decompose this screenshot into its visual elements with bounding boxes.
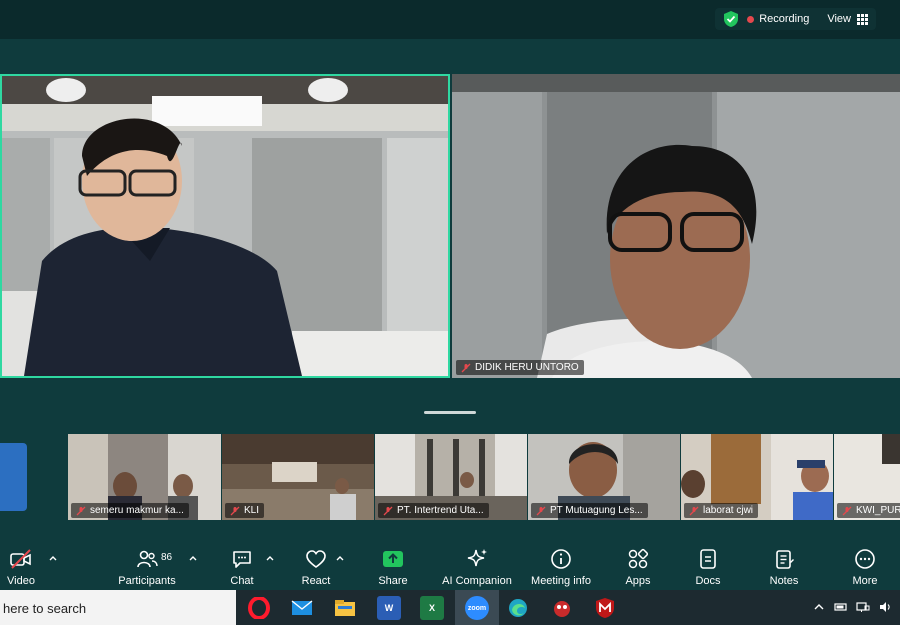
video-feed bbox=[452, 74, 900, 378]
edge-icon[interactable] bbox=[506, 596, 530, 620]
notes-icon bbox=[776, 550, 794, 569]
thumbnail-tile[interactable]: PT. Intertrend Uta... bbox=[375, 434, 527, 520]
excel-icon[interactable]: X bbox=[420, 596, 444, 620]
apps-icon bbox=[628, 548, 649, 569]
view-button[interactable]: View bbox=[827, 13, 868, 25]
mic-off-icon bbox=[76, 506, 86, 515]
participant-name-tag: KLI bbox=[225, 503, 265, 518]
docs-button[interactable]: Docs bbox=[688, 540, 728, 590]
mic-off-icon bbox=[383, 506, 393, 515]
more-label: More bbox=[852, 575, 878, 587]
thumbnail-tile[interactable]: semeru makmur ka... bbox=[68, 434, 221, 520]
mic-off-icon bbox=[842, 506, 852, 515]
react-options-caret-icon[interactable] bbox=[335, 554, 345, 562]
participant-name: KWI_PURV bbox=[856, 505, 900, 516]
heart-icon bbox=[306, 550, 326, 568]
participant-name-tag: PT Mutuagung Les... bbox=[531, 503, 648, 518]
participant-name: PT. Intertrend Uta... bbox=[397, 505, 484, 516]
mail-icon[interactable] bbox=[290, 596, 314, 620]
more-icon bbox=[855, 549, 875, 569]
share-button[interactable]: Share bbox=[373, 540, 413, 590]
chevron-up-icon[interactable] bbox=[812, 600, 826, 614]
participants-options-caret-icon[interactable] bbox=[188, 554, 198, 562]
participant-name-tag: PT. Intertrend Uta... bbox=[378, 503, 489, 518]
apps-button[interactable]: Apps bbox=[618, 540, 658, 590]
participant-name: PT Mutuagung Les... bbox=[550, 505, 643, 516]
game-icon[interactable] bbox=[550, 596, 574, 620]
meeting-info-label: Meeting info bbox=[531, 575, 591, 587]
participant-name: semeru makmur ka... bbox=[90, 505, 184, 516]
shield-check-icon[interactable] bbox=[723, 10, 739, 28]
os-taskbar: here to search W X zoom bbox=[0, 590, 900, 625]
react-button[interactable]: React bbox=[296, 540, 336, 590]
video-label: Video bbox=[7, 575, 35, 587]
participant-name: DIDIK HERU UNTORO bbox=[475, 362, 579, 373]
notes-button[interactable]: Notes bbox=[764, 540, 804, 590]
word-icon[interactable]: W bbox=[377, 596, 401, 620]
recording-label: Recording bbox=[759, 13, 810, 25]
network-icon[interactable] bbox=[856, 600, 870, 614]
ai-companion-label: AI Companion bbox=[442, 575, 512, 587]
info-icon bbox=[551, 549, 571, 569]
video-feed bbox=[2, 76, 448, 376]
search-placeholder: here to search bbox=[3, 601, 87, 616]
grid-view-icon bbox=[857, 13, 868, 25]
participant-name-tag: laborat cjwi bbox=[684, 503, 759, 518]
chat-icon bbox=[233, 551, 251, 568]
top-bar-controls: Recording View bbox=[715, 8, 876, 30]
docs-icon bbox=[700, 549, 716, 569]
thumbnail-tile[interactable]: KLI bbox=[222, 434, 374, 520]
chat-options-caret-icon[interactable] bbox=[265, 554, 275, 562]
video-off-icon bbox=[10, 549, 31, 569]
zoom-meeting-window: Recording View DIDIK HERU UNTORO semeru … bbox=[0, 0, 900, 625]
chat-label: Chat bbox=[230, 575, 254, 587]
share-label: Share bbox=[378, 575, 408, 587]
ai-companion-button[interactable]: AI Companion bbox=[440, 540, 514, 590]
participants-icon bbox=[137, 550, 158, 568]
share-screen-icon bbox=[383, 551, 403, 567]
meeting-info-button[interactable]: Meeting info bbox=[526, 540, 596, 590]
participant-name-tag: DIDIK HERU UNTORO bbox=[456, 360, 584, 375]
mic-off-icon bbox=[536, 506, 546, 515]
participants-count: 86 bbox=[161, 552, 173, 563]
docs-label: Docs bbox=[695, 575, 721, 587]
recording-indicator[interactable]: Recording bbox=[747, 13, 809, 25]
top-bar: Recording View bbox=[0, 0, 900, 39]
more-button[interactable]: More bbox=[845, 540, 885, 590]
zoom-icon[interactable]: zoom bbox=[465, 596, 489, 620]
participant-name: laborat cjwi bbox=[703, 505, 754, 516]
notes-label: Notes bbox=[769, 575, 799, 587]
participant-name: KLI bbox=[244, 505, 260, 516]
video-options-caret-icon[interactable] bbox=[48, 554, 58, 562]
participant-name-tag: KWI_PURV bbox=[837, 503, 900, 518]
react-label: React bbox=[301, 575, 331, 587]
thumbnail-tile[interactable]: KWI_PURV bbox=[834, 434, 900, 520]
mic-off-icon bbox=[230, 506, 240, 515]
meeting-toolbar: Video Participants 86 Chat React Share A… bbox=[0, 540, 900, 590]
record-dot-icon bbox=[747, 15, 755, 23]
battery-icon[interactable] bbox=[834, 600, 848, 614]
participants-label: Participants bbox=[118, 575, 176, 587]
apps-label: Apps bbox=[625, 575, 651, 587]
mic-off-icon bbox=[461, 363, 471, 372]
file-explorer-icon[interactable] bbox=[333, 596, 357, 620]
volume-icon[interactable] bbox=[878, 600, 892, 614]
thumbnail-tile[interactable]: PT Mutuagung Les... bbox=[528, 434, 680, 520]
system-tray bbox=[812, 600, 892, 614]
taskbar-search-input[interactable]: here to search bbox=[0, 590, 236, 625]
video-tile-active-speaker[interactable] bbox=[0, 74, 450, 378]
sparkle-icon bbox=[467, 549, 487, 567]
thumbnail-strip: semeru makmur ka... KLI PT. Intertrend U… bbox=[0, 434, 900, 520]
thumbnail-tile[interactable]: laborat cjwi bbox=[681, 434, 833, 520]
participant-name-tag: semeru makmur ka... bbox=[71, 503, 189, 518]
resize-handle[interactable] bbox=[424, 411, 476, 414]
chat-button[interactable]: Chat bbox=[222, 540, 262, 590]
participants-button[interactable]: Participants bbox=[110, 540, 184, 590]
mic-off-icon bbox=[689, 506, 699, 515]
video-button[interactable]: Video bbox=[0, 540, 42, 590]
view-label: View bbox=[827, 13, 851, 25]
opera-icon[interactable] bbox=[247, 596, 271, 620]
mcafee-icon[interactable] bbox=[593, 596, 617, 620]
video-tile-speaker[interactable]: DIDIK HERU UNTORO bbox=[452, 74, 900, 378]
